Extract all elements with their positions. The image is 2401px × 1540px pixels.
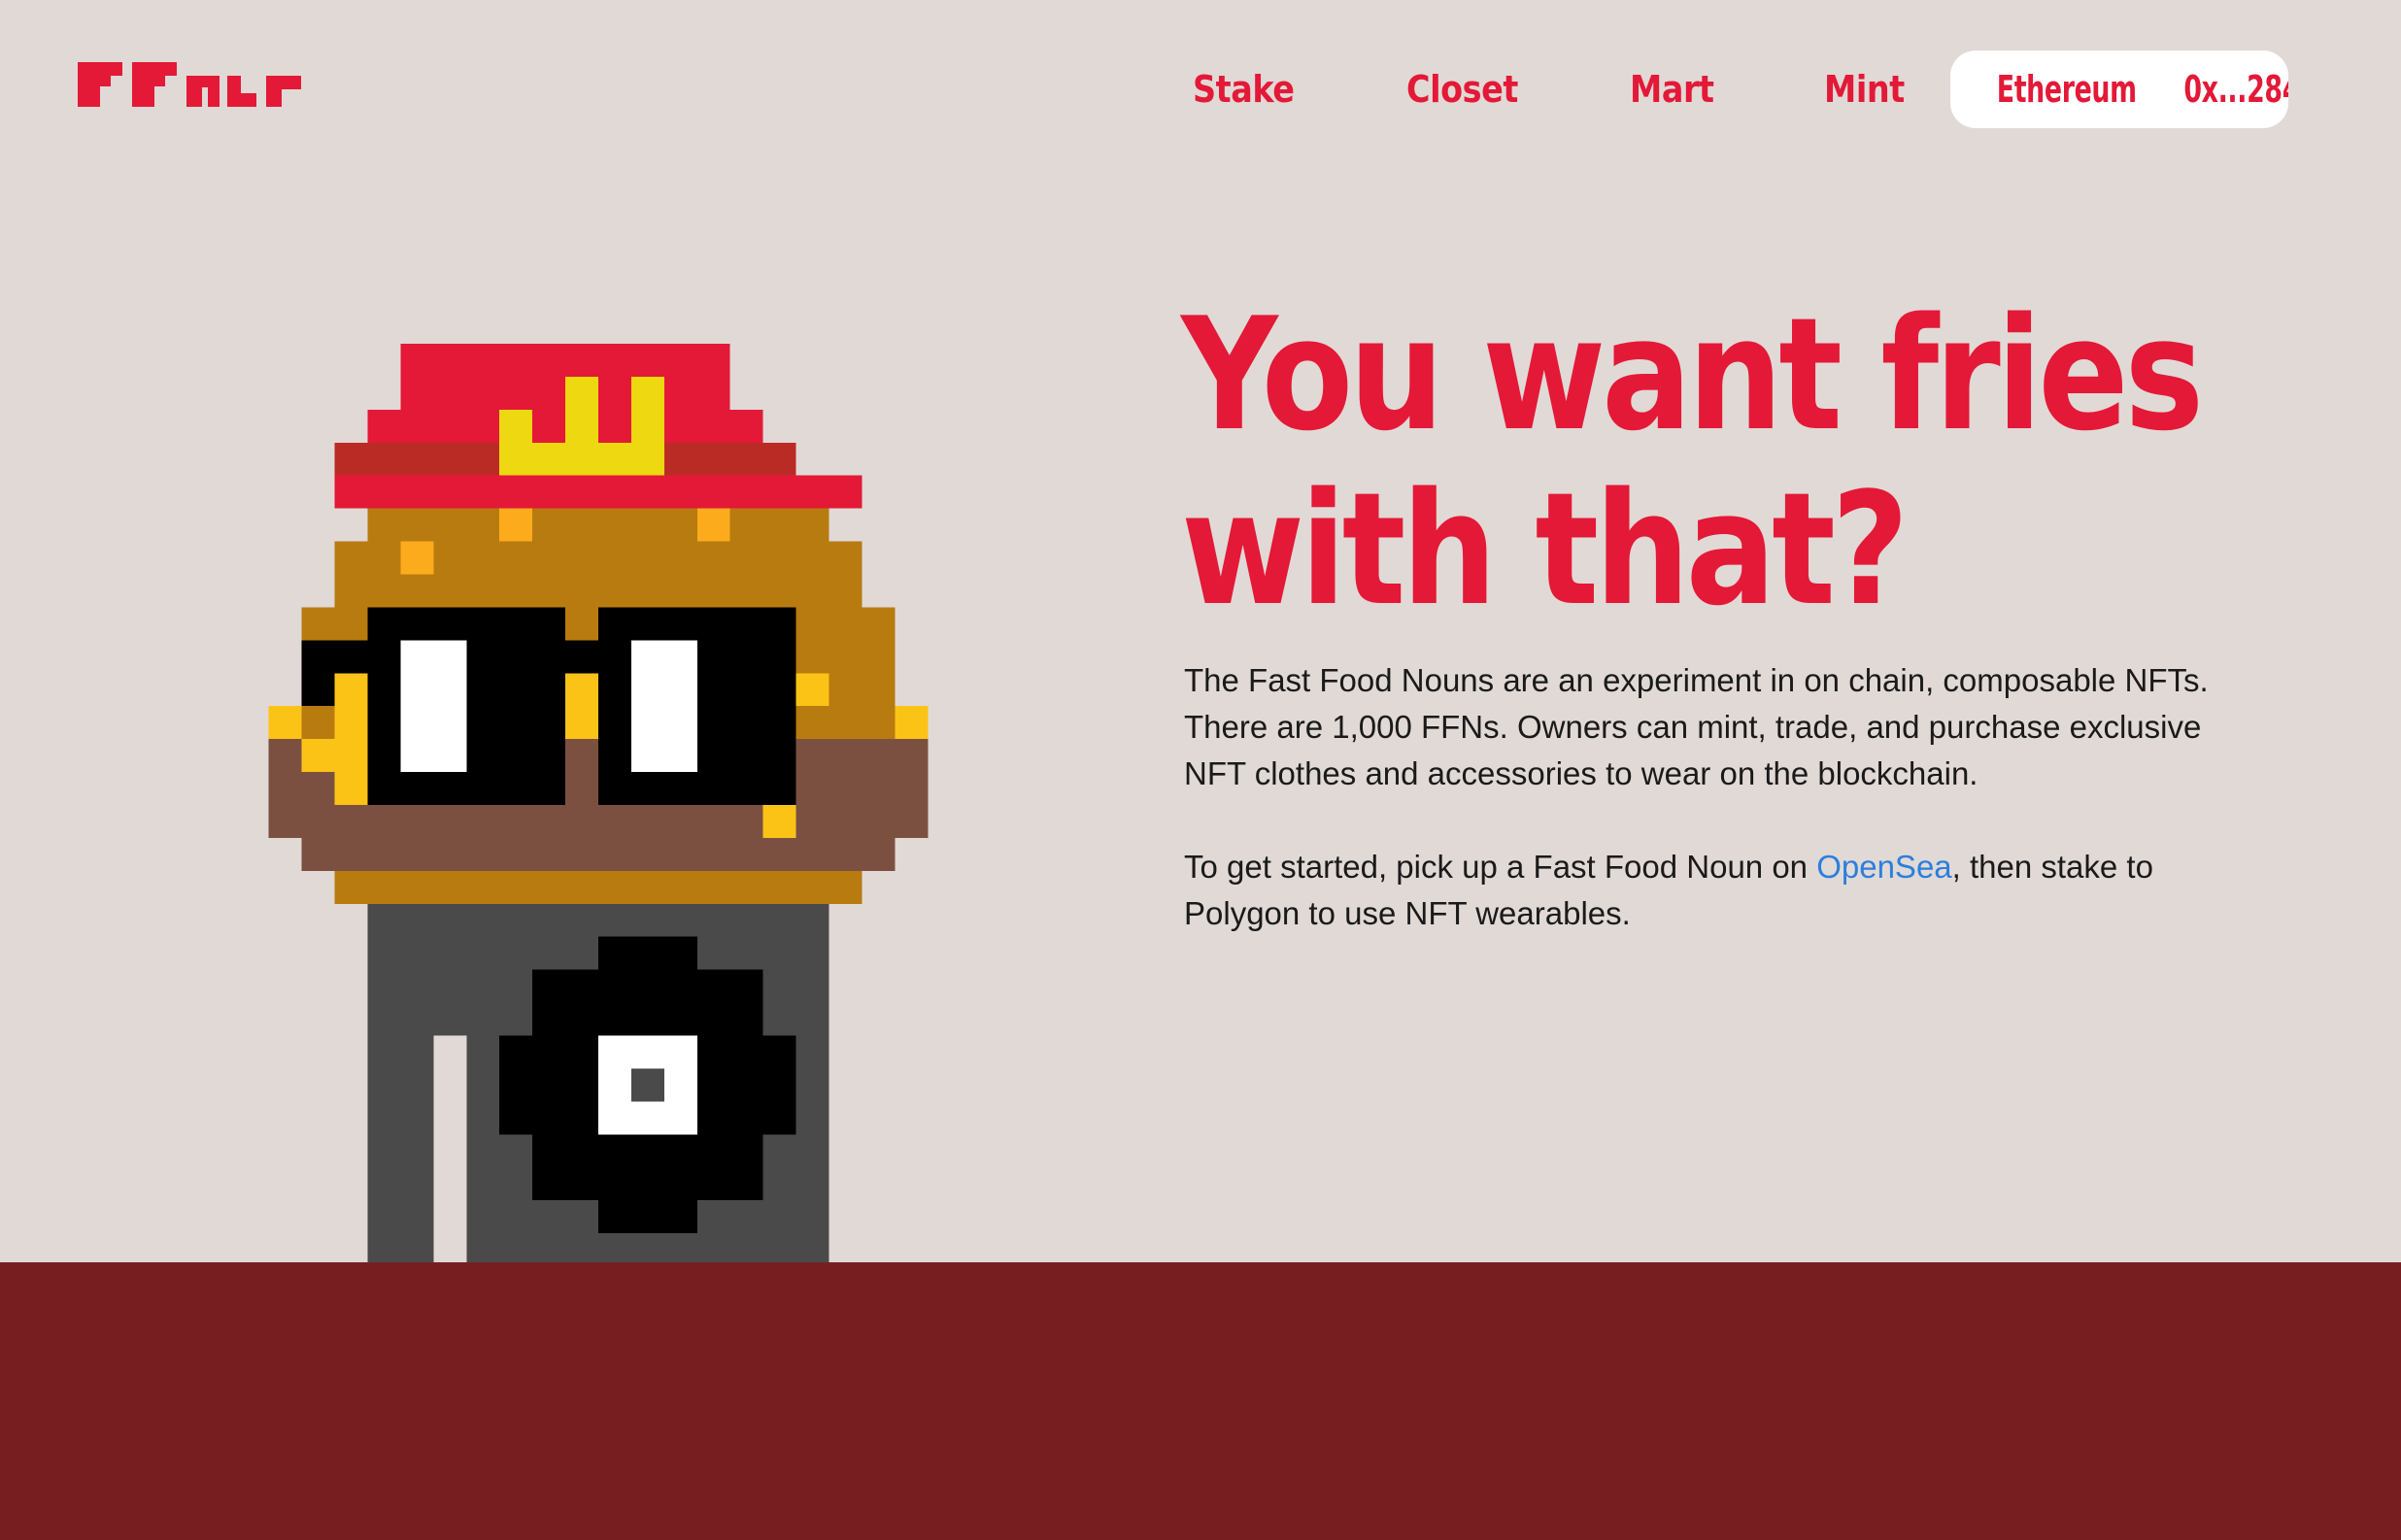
hero-getting-started: To get started, pick up a Fast Food Noun… [1184, 844, 2214, 937]
hero-headline-line-2: with that? [1181, 458, 1909, 640]
wallet-label: Ethereum 0x...2847 [1983, 50, 2288, 128]
floor-band [0, 1262, 2401, 1540]
fast-food-noun-character [268, 344, 929, 1266]
wallet-address: 0x...2847 [2182, 68, 2288, 111]
nav-mart-link[interactable]: Mart [1630, 50, 1714, 128]
opensea-link[interactable]: OpenSea [1816, 849, 1951, 885]
wallet-button[interactable]: Ethereum 0x...2847 [1950, 50, 2288, 128]
nav-closet-link[interactable]: Closet [1406, 50, 1518, 128]
hero-description: The Fast Food Nouns are an experiment in… [1184, 662, 2209, 791]
hero-headline: You want fries with that? [1181, 287, 2347, 637]
hero-headline-line-1: You want fries [1181, 284, 2204, 465]
fast-food-noun-character-icon [268, 344, 929, 1266]
nav-stake-link[interactable]: Stake [1193, 50, 1295, 128]
wallet-network: Ethereum [1996, 68, 2137, 111]
getting-started-text-before: To get started, pick up a Fast Food Noun… [1184, 849, 1817, 885]
nav-mint-link[interactable]: Mint [1824, 50, 1905, 128]
